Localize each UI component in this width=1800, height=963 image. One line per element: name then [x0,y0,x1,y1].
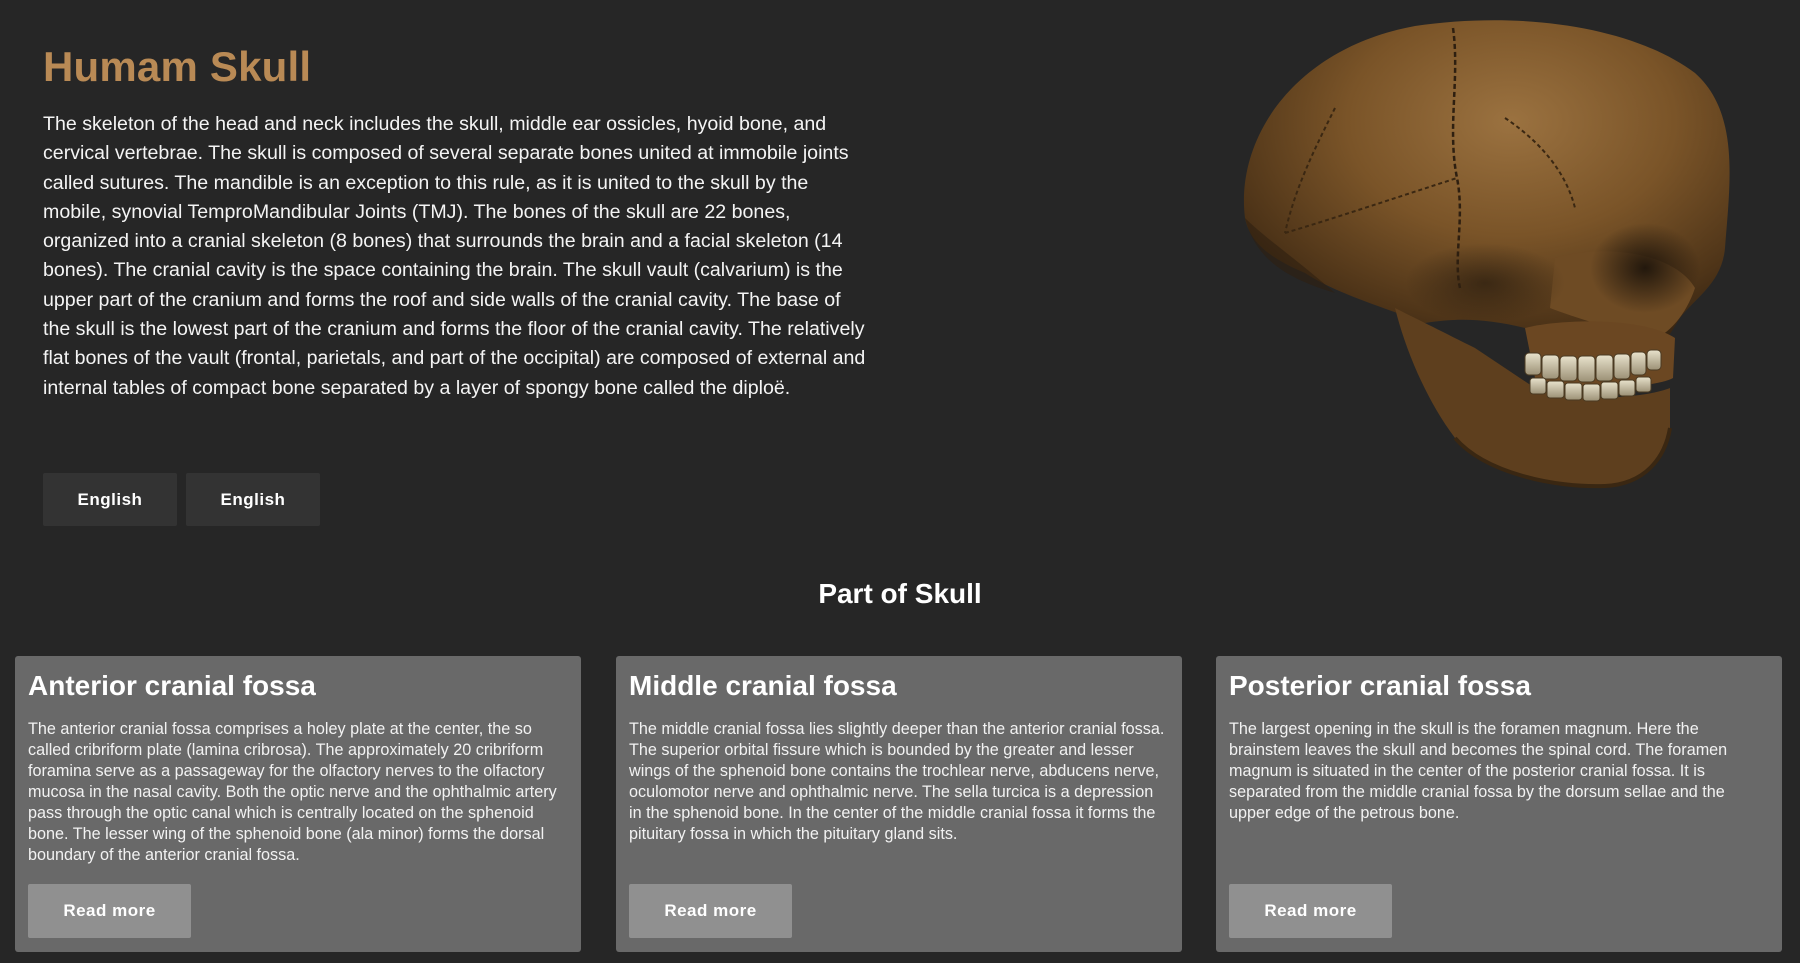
page-title: Humam Skull [43,43,312,90]
card-text: The middle cranial fossa lies slightly d… [629,720,1165,843]
language-buttons: English English [43,473,320,526]
card-middle-cranial-fossa: Middle cranial fossa The middle cranial … [616,656,1182,952]
read-more-button[interactable]: Read more [1229,884,1392,938]
card-text: The anterior cranial fossa comprises a h… [28,720,557,864]
card-posterior-cranial-fossa: Posterior cranial fossa The largest open… [1216,656,1782,952]
card-title: Posterior cranial fossa [1229,670,1531,701]
card-text: The largest opening in the skull is the … [1229,720,1728,822]
card-title: Anterior cranial fossa [28,670,316,701]
card-title: Middle cranial fossa [629,670,897,701]
read-more-button[interactable]: Read more [28,884,191,938]
language-button-2[interactable]: English [186,473,320,526]
page: Humam Skull The skeleton of the head and… [0,0,1800,963]
language-button-1[interactable]: English [43,473,177,526]
card-anterior-cranial-fossa: Anterior cranial fossa The anterior cran… [15,656,581,952]
skull-image [1225,18,1745,518]
hero-section: Humam Skull The skeleton of the head and… [43,38,873,403]
section-title: Part of Skull [818,578,982,609]
read-more-button[interactable]: Read more [629,884,792,938]
cards-grid: Anterior cranial fossa The anterior cran… [15,656,1782,952]
hero-description: The skeleton of the head and neck includ… [43,113,866,399]
